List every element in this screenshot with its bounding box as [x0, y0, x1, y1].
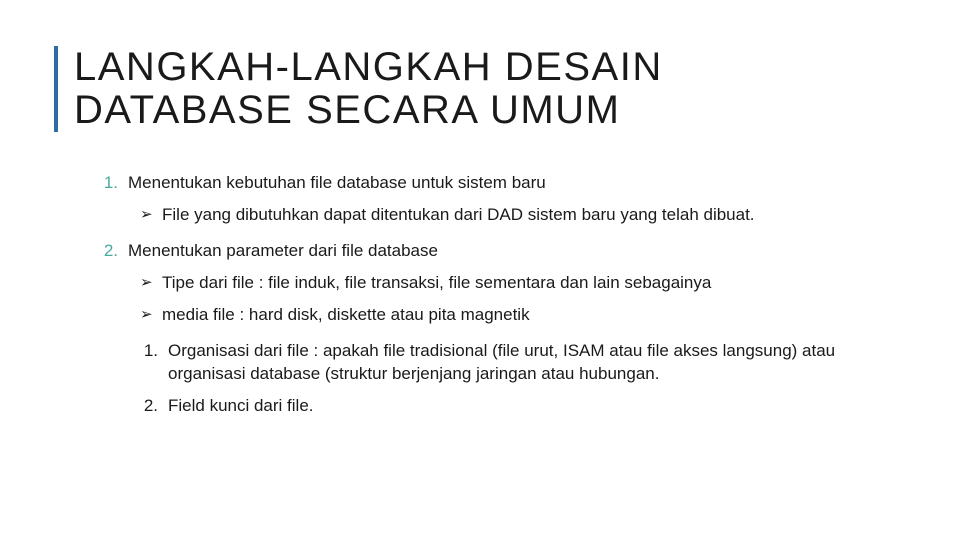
list-marker: 1.: [140, 340, 168, 384]
list-text: File yang dibutuhkan dapat ditentukan da…: [162, 204, 900, 226]
bullet-arrow-icon: ➢: [140, 204, 162, 226]
list-text: Field kunci dari file.: [168, 395, 900, 417]
list-item: 1. Menentukan kebutuhan file database un…: [100, 172, 900, 194]
bullet-arrow-icon: ➢: [140, 304, 162, 326]
list-text: Menentukan kebutuhan file database untuk…: [128, 172, 900, 194]
bullet-arrow-icon: ➢: [140, 272, 162, 294]
slide-title: LANGKAH-LANGKAH DESAIN DATABASE SECARA U…: [74, 46, 663, 132]
list-marker: 2.: [140, 395, 168, 417]
title-line-1: LANGKAH-LANGKAH DESAIN: [74, 45, 663, 89]
list-item: 2. Menentukan parameter dari file databa…: [100, 240, 900, 262]
list-text: Tipe dari file : file induk, file transa…: [162, 272, 900, 294]
list-item: ➢ media file : hard disk, diskette atau …: [100, 304, 900, 326]
list-item: 1. Organisasi dari file : apakah file tr…: [100, 340, 900, 384]
slide-body: 1. Menentukan kebutuhan file database un…: [100, 172, 900, 429]
list-text: Organisasi dari file : apakah file tradi…: [168, 340, 900, 384]
title-accent-bar: [54, 46, 58, 132]
list-item: 2. Field kunci dari file.: [100, 395, 900, 417]
list-item: ➢ Tipe dari file : file induk, file tran…: [100, 272, 900, 294]
list-marker: 1.: [100, 172, 128, 194]
title-line-2: DATABASE SECARA UMUM: [74, 88, 620, 132]
slide-title-block: LANGKAH-LANGKAH DESAIN DATABASE SECARA U…: [54, 46, 663, 132]
list-marker: 2.: [100, 240, 128, 262]
list-item: ➢ File yang dibutuhkan dapat ditentukan …: [100, 204, 900, 226]
list-text: Menentukan parameter dari file database: [128, 240, 900, 262]
list-text: media file : hard disk, diskette atau pi…: [162, 304, 900, 326]
